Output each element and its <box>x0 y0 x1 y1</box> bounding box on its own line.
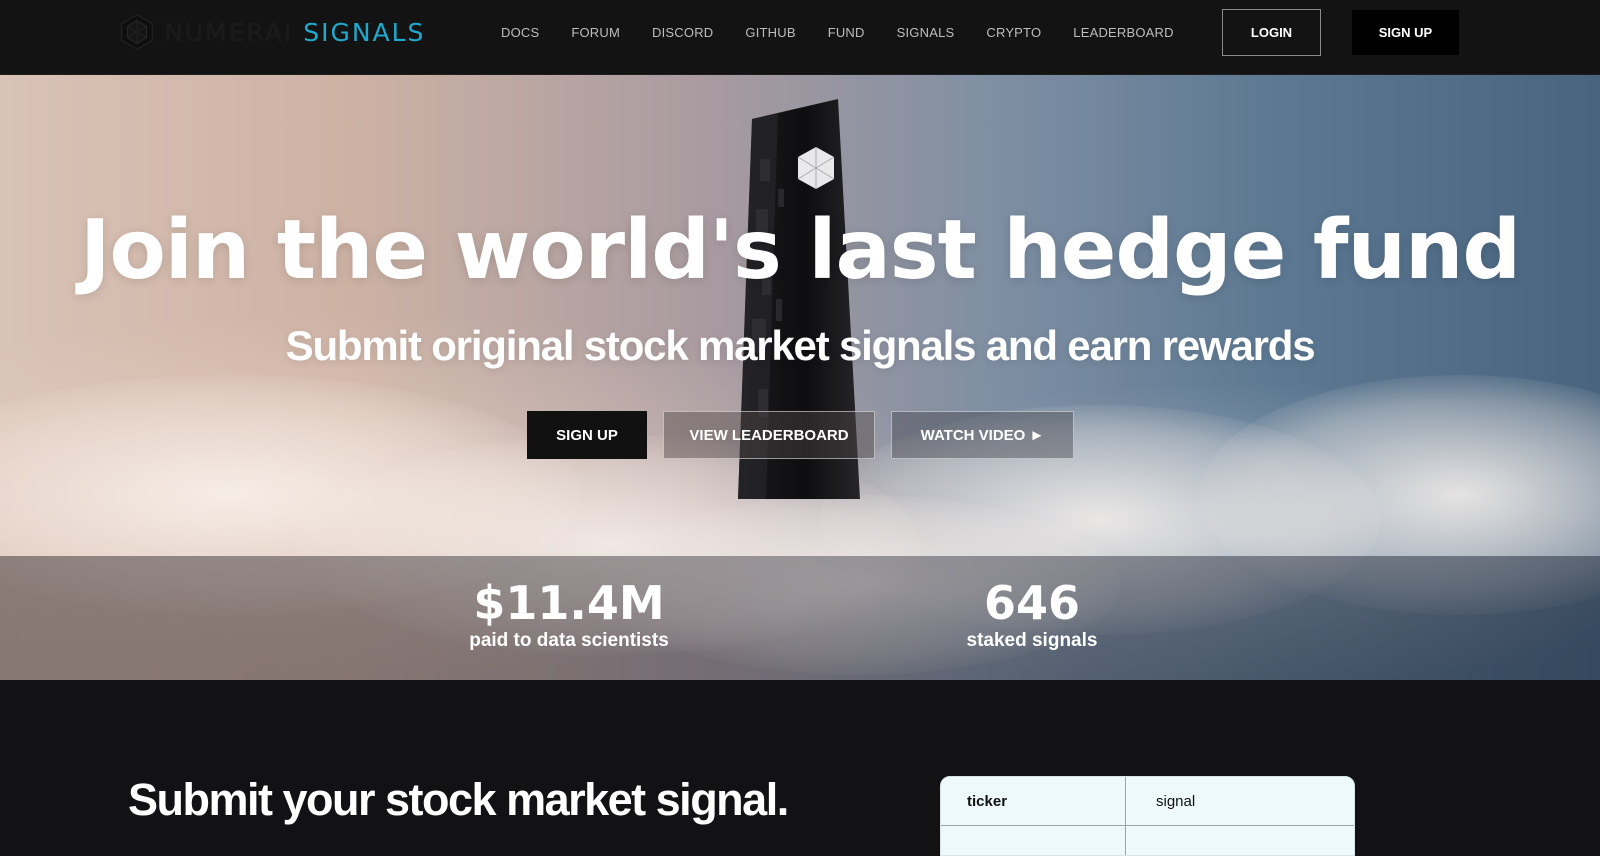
logo-text-numerai: NUMERAI <box>164 17 294 47</box>
table-header-row: ticker signal <box>941 777 1354 826</box>
numerai-signals-logo[interactable]: NUMERAI SIGNALS <box>118 12 425 52</box>
nav-item-crypto[interactable]: CRYPTO <box>970 25 1057 40</box>
nav-item-signals[interactable]: SIGNALS <box>881 25 971 40</box>
nav-item-forum[interactable]: FORUM <box>555 25 636 40</box>
stat-label: staked signals <box>966 630 1098 651</box>
main-nav: DOCS FORUM DISCORD GITHUB FUND SIGNALS C… <box>485 0 1190 65</box>
signal-table-preview: ticker signal <box>940 776 1355 856</box>
nav-item-github[interactable]: GITHUB <box>729 25 811 40</box>
view-leaderboard-button[interactable]: VIEW LEADERBOARD <box>663 411 875 459</box>
signup-button-header[interactable]: SIGN UP <box>1352 10 1459 55</box>
login-button[interactable]: LOGIN <box>1222 9 1321 56</box>
signup-button-hero[interactable]: SIGN UP <box>527 411 647 459</box>
table-cell <box>1126 826 1354 855</box>
table-row <box>941 826 1354 855</box>
section-title: Submit your stock market signal. <box>128 774 789 825</box>
stat-value: $11.4M <box>473 576 665 630</box>
nav-item-discord[interactable]: DISCORD <box>636 25 729 40</box>
stat-label: paid to data scientists <box>469 630 669 651</box>
stat-staked-signals: 646 staked signals <box>882 580 1182 652</box>
table-header-ticker: ticker <box>941 777 1126 826</box>
nav-item-fund[interactable]: FUND <box>812 25 881 40</box>
table-header-signal: signal <box>1156 793 1196 810</box>
table-cell <box>941 826 1126 855</box>
hero-title: Join the world's last hedge fund <box>79 203 1521 298</box>
stats-band: $11.4M paid to data scientists 646 stake… <box>0 556 1600 680</box>
nav-item-leaderboard[interactable]: LEADERBOARD <box>1057 25 1189 40</box>
hero-subtitle: Submit original stock market signals and… <box>285 322 1316 369</box>
stat-paid: $11.4M paid to data scientists <box>419 580 719 652</box>
nav-item-docs[interactable]: DOCS <box>485 25 555 40</box>
numerai-cube-icon <box>121 14 153 50</box>
logo-text-signals: SIGNALS <box>303 17 426 47</box>
stat-value: 646 <box>983 576 1081 630</box>
watch-video-button[interactable]: WATCH VIDEO ► <box>891 411 1074 459</box>
top-navigation-bar: NUMERAI SIGNALS DOCS FORUM DISCORD GITHU… <box>0 0 1600 75</box>
